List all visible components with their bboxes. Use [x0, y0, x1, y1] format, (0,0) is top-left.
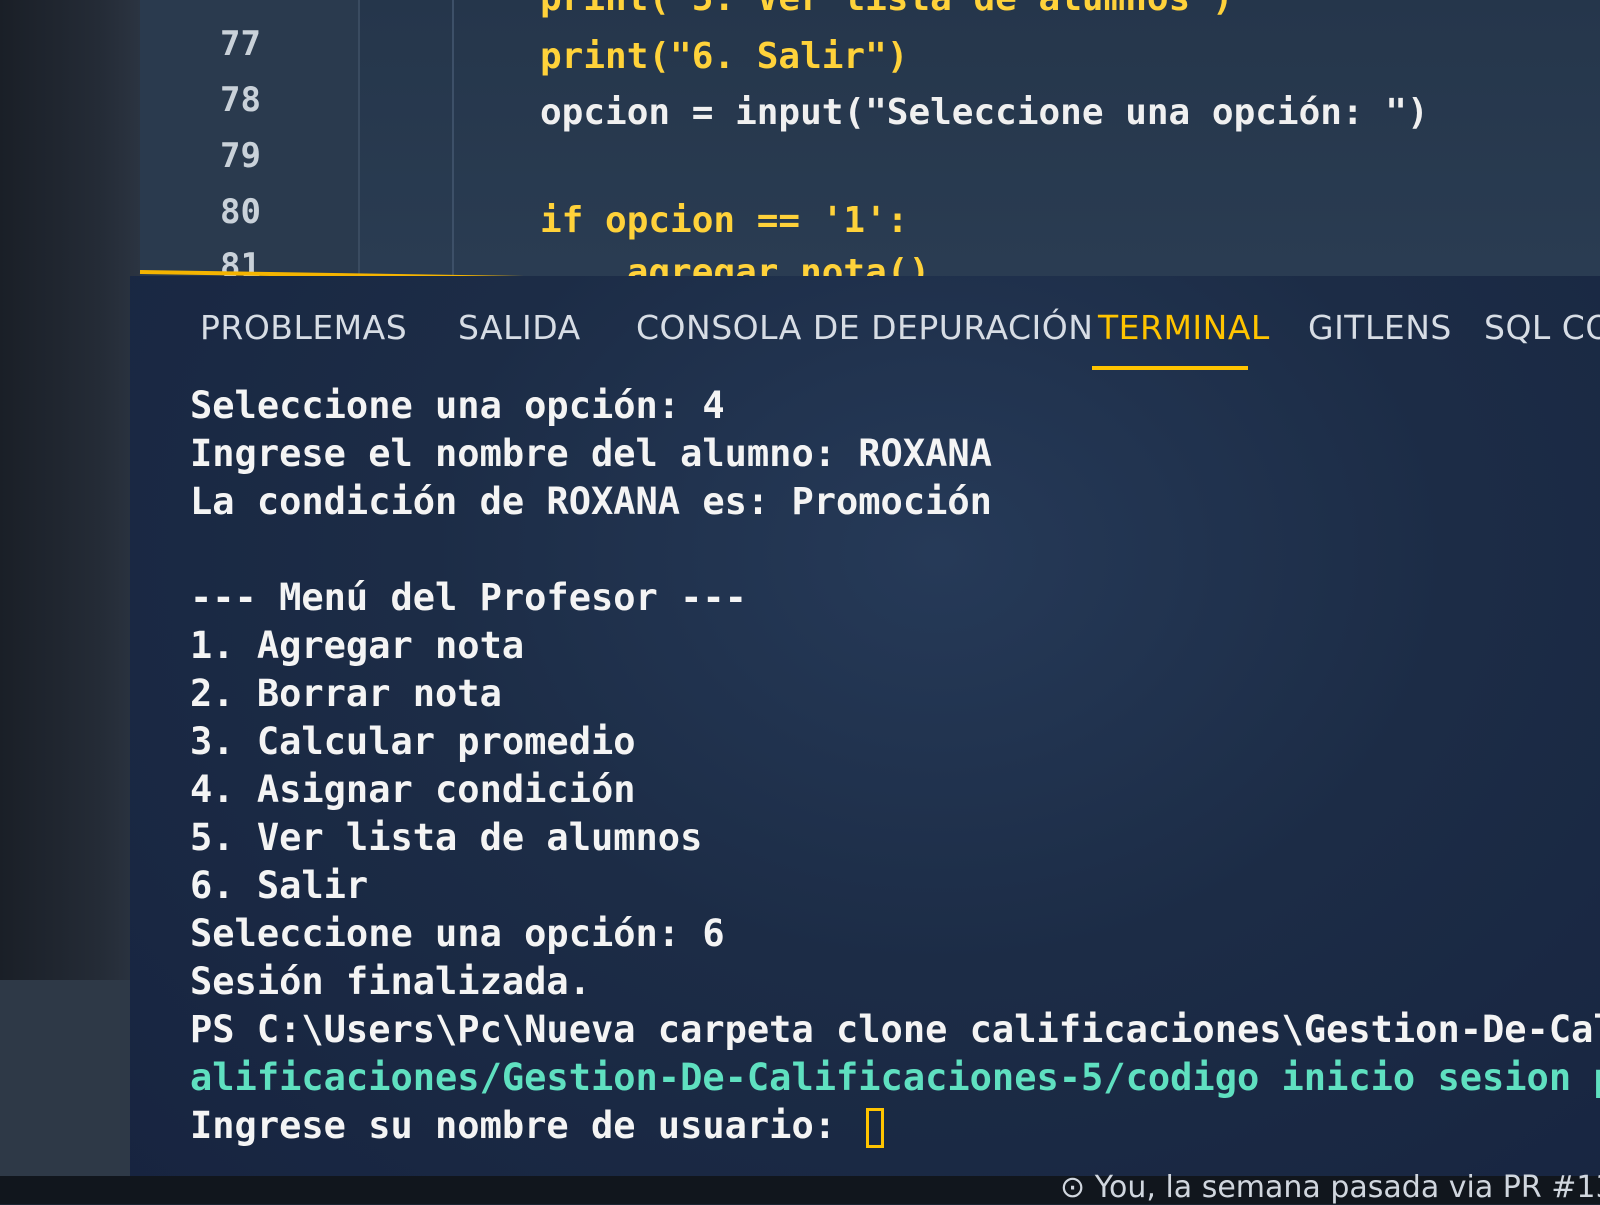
panel-tabs: PROBLEMAS SALIDA CONSOLA DE DEPURACIÓN T… — [200, 308, 1600, 370]
terminal-line: 1. Agregar nota — [190, 624, 525, 667]
terminal-input-prompt: Ingrese su nombre de usuario: — [190, 1104, 859, 1147]
terminal-prompt-path: PS C:\Users\Pc\Nueva carpeta clone calif… — [190, 1008, 1600, 1051]
git-blame-text: You, la semana pasada via PR #13 — [1094, 1170, 1600, 1205]
terminal-cursor — [866, 1107, 885, 1148]
terminal-line: Seleccione una opción: 4 — [190, 384, 725, 427]
active-tab-indicator — [1092, 366, 1248, 370]
code-text: print("5. Ver lista de alumnos") — [540, 0, 1234, 19]
terminal-line: 6. Salir — [190, 864, 369, 907]
terminal-line: Sesión finalizada. — [190, 960, 591, 1003]
code-text: if opcion == '1': — [540, 200, 909, 241]
terminal-line: 2. Borrar nota — [190, 672, 502, 715]
line-number: 80 — [220, 192, 261, 232]
git-blame-annotation[interactable]: ⊙ You, la semana pasada via PR #13 — [1060, 1170, 1600, 1205]
terminal-line: Ingrese el nombre del alumno: ROXANA — [190, 432, 992, 475]
code-line[interactable]: print("6. Salir") — [540, 36, 908, 77]
terminal-line: --- Menú del Profesor --- — [190, 576, 747, 619]
git-commit-icon: ⊙ — [1060, 1170, 1086, 1205]
tab-consola-depuracion[interactable]: CONSOLA DE DEPURACIÓN — [636, 308, 1093, 347]
activity-bar — [0, 980, 130, 1204]
terminal-line: 3. Calcular promedio — [190, 720, 636, 763]
tab-problemas[interactable]: PROBLEMAS — [200, 308, 407, 347]
code-line[interactable]: opcion = input("Seleccione una opción: "… — [540, 92, 1429, 133]
terminal-line: 5. Ver lista de alumnos — [190, 816, 703, 859]
line-number: 77 — [220, 24, 261, 64]
indent-guide — [452, 0, 454, 276]
line-number: 78 — [220, 80, 261, 120]
terminal-line: La condición de ROXANA es: Promoción — [190, 480, 992, 523]
status-bar: ⊙ You, la semana pasada via PR #13 — [0, 1170, 1600, 1205]
bottom-panel: PROBLEMAS SALIDA CONSOLA DE DEPURACIÓN T… — [130, 276, 1600, 1204]
tab-sql-console[interactable]: SQL CO — [1484, 308, 1600, 347]
code-line[interactable]: if opcion == '1': — [540, 200, 908, 241]
terminal-line: Seleccione una opción: 6 — [190, 912, 725, 955]
code-text: opcion = input("Seleccione una opción: "… — [540, 92, 1429, 133]
code-line[interactable]: print("5. Ver lista de alumnos") — [540, 0, 1234, 19]
gutter-separator — [358, 0, 360, 276]
code-text: print("6. Salir") — [540, 36, 909, 77]
tab-terminal[interactable]: TERMINAL — [1098, 308, 1270, 347]
code-editor[interactable]: 77 78 79 80 81 print("5. Ver lista de al… — [140, 0, 1600, 293]
terminal-line: 4. Asignar condición — [190, 768, 636, 811]
terminal-command-line: alificaciones/Gestion-De-Calificaciones-… — [190, 1056, 1600, 1099]
terminal-input-line[interactable]: Ingrese su nombre de usuario: — [190, 1104, 885, 1148]
line-number: 79 — [220, 136, 261, 176]
tab-gitlens[interactable]: GITLENS — [1308, 308, 1452, 347]
tab-salida[interactable]: SALIDA — [458, 308, 581, 347]
